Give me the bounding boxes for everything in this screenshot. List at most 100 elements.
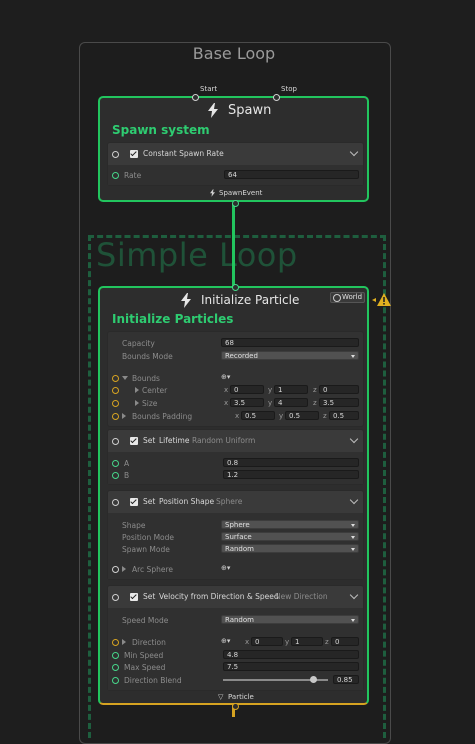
direction-x-field[interactable]: 0	[251, 637, 283, 646]
chevron-down-icon[interactable]	[349, 590, 359, 600]
spawn-mode-dropdown[interactable]: Random	[221, 544, 359, 553]
size-z-field[interactable]: 3.5	[319, 398, 359, 407]
direction-blend-slider-handle[interactable]	[310, 676, 317, 683]
center-x-field[interactable]: 0	[230, 385, 264, 394]
spawn-event-label: SpawnEvent	[219, 189, 263, 197]
gizmo-icon[interactable]: ⊕▾	[221, 373, 230, 381]
position-mode: Sphere	[216, 497, 243, 506]
direction-expand-icon[interactable]	[122, 639, 126, 645]
padding-port[interactable]	[112, 413, 119, 420]
block-title: Constant Spawn Rate	[143, 149, 224, 158]
direction-blend-field[interactable]: 0.85	[333, 675, 359, 684]
direction-port[interactable]	[112, 639, 119, 646]
init-subtitle: Initialize Particles	[112, 312, 234, 326]
constant-spawn-rate-block[interactable]: Constant Spawn Rate Rate 64	[107, 142, 364, 186]
spawn-subtitle: Spawn system	[112, 123, 210, 137]
padding-label: Bounds Padding	[132, 412, 193, 421]
velocity-mode: New Direction	[275, 592, 328, 601]
bounds-expand-icon[interactable]	[122, 376, 128, 380]
center-x-axis: x	[224, 386, 229, 394]
particle-output-icon: ▽	[218, 693, 224, 701]
globe-icon	[333, 294, 341, 302]
chevron-down-icon[interactable]	[349, 434, 359, 444]
size-z-axis: z	[313, 399, 317, 407]
arc-sphere-port[interactable]	[112, 566, 119, 573]
size-x-axis: x	[224, 399, 229, 407]
spawn-event-icon	[210, 189, 215, 197]
capacity-field[interactable]: 68	[221, 338, 359, 347]
shape-label: Shape	[122, 521, 146, 530]
direction-z-field[interactable]: 0	[331, 637, 359, 646]
set-velocity-block[interactable]: Set Velocity from Direction & Speed New …	[107, 585, 364, 691]
size-x-field[interactable]: 3.5	[230, 398, 264, 407]
spawn-event-port[interactable]	[232, 200, 239, 207]
set-lifetime-block[interactable]: Set Lifetime Random Uniform A 0.8 B 1.2	[107, 429, 364, 485]
simple-loop-title: Simple Loop	[96, 236, 298, 274]
lifetime-enable-port[interactable]	[112, 438, 119, 445]
position-checkbox[interactable]	[130, 498, 138, 506]
gizmo-icon[interactable]: ⊕▾	[221, 637, 230, 645]
max-speed-label: Max Speed	[124, 663, 166, 672]
bounds-port[interactable]	[112, 375, 119, 382]
min-speed-port[interactable]	[112, 652, 119, 659]
center-y-field[interactable]: 1	[274, 385, 308, 394]
direction-label: Direction	[132, 638, 166, 647]
min-speed-label: Min Speed	[124, 651, 164, 660]
block-enable-checkbox[interactable]	[130, 150, 138, 158]
min-speed-field[interactable]: 4.8	[223, 650, 359, 659]
block-enable-port[interactable]	[112, 151, 119, 158]
direction-y-field[interactable]: 1	[291, 637, 323, 646]
size-y-field[interactable]: 4	[274, 398, 308, 407]
particle-output-label: Particle	[228, 693, 254, 701]
position-mode-label: Position Mode	[122, 533, 175, 542]
rate-field[interactable]: 64	[224, 170, 359, 179]
position-set-label: Set	[143, 497, 156, 506]
padding-y-field[interactable]: 0.5	[285, 411, 319, 420]
lifetime-b-port[interactable]	[112, 472, 119, 479]
size-y-axis: y	[268, 399, 273, 407]
size-expand-icon[interactable]	[135, 400, 139, 406]
position-enable-port[interactable]	[112, 499, 119, 506]
center-expand-icon[interactable]	[135, 387, 139, 393]
rate-port[interactable]	[112, 172, 119, 179]
shape-dropdown[interactable]: Sphere	[221, 520, 359, 529]
size-port[interactable]	[112, 400, 119, 407]
spawn-context[interactable]: Start Stop Spawn Spawn system Constant S…	[98, 85, 369, 207]
lifetime-title: Lifetime	[159, 436, 190, 445]
padding-y-axis: y	[279, 412, 284, 420]
lifetime-b-label: B	[124, 471, 130, 480]
bounds-label: Bounds	[132, 374, 160, 383]
set-position-shape-block[interactable]: Set Position Shape Sphere Shape Sphere P…	[107, 490, 364, 580]
chevron-down-icon[interactable]	[349, 495, 359, 505]
init-input-port[interactable]	[232, 284, 239, 291]
initialize-context[interactable]: Initialize Particle World Initialize Par…	[98, 284, 369, 710]
max-speed-port[interactable]	[112, 664, 119, 671]
lifetime-a-field[interactable]: 0.8	[223, 458, 359, 467]
gizmo-icon[interactable]: ⊕▾	[221, 564, 230, 572]
lifetime-a-port[interactable]	[112, 460, 119, 467]
space-toggle[interactable]: World	[330, 292, 365, 303]
position-mode-dropdown[interactable]: Surface	[221, 532, 359, 541]
velocity-set-label: Set	[143, 592, 156, 601]
padding-x-field[interactable]: 0.5	[241, 411, 275, 420]
center-port[interactable]	[112, 387, 119, 394]
padding-z-field[interactable]: 0.5	[329, 411, 359, 420]
direction-blend-port[interactable]	[112, 677, 119, 684]
center-z-field[interactable]: 0	[319, 385, 359, 394]
speed-mode-dropdown[interactable]: Random	[221, 615, 359, 624]
arc-sphere-expand-icon[interactable]	[122, 566, 126, 572]
velocity-enable-port[interactable]	[112, 594, 119, 601]
bounds-mode-dropdown[interactable]: Recorded	[221, 351, 359, 360]
velocity-checkbox[interactable]	[130, 593, 138, 601]
chevron-down-icon[interactable]	[349, 147, 359, 157]
particle-output-port[interactable]	[232, 703, 239, 710]
bolt-icon	[208, 103, 218, 118]
init-title: Initialize Particle	[201, 293, 300, 307]
warning-icon[interactable]	[372, 292, 392, 312]
lifetime-b-field[interactable]: 1.2	[223, 470, 359, 479]
lifetime-checkbox[interactable]	[130, 437, 138, 445]
start-port[interactable]	[192, 94, 199, 101]
max-speed-field[interactable]: 7.5	[223, 662, 359, 671]
padding-expand-icon[interactable]	[122, 413, 126, 419]
stop-port[interactable]	[273, 94, 280, 101]
